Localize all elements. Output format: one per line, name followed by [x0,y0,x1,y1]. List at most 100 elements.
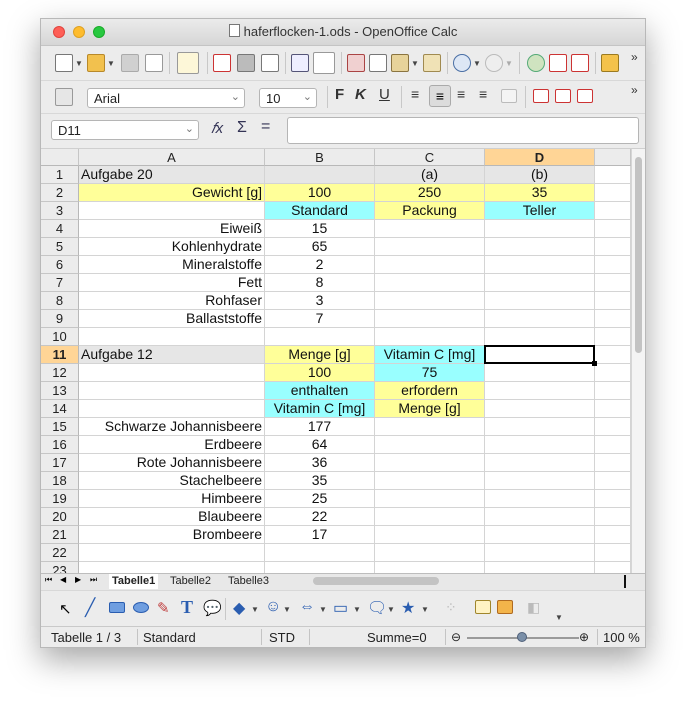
row-header[interactable]: 3 [41,202,79,220]
row-header[interactable]: 18 [41,472,79,490]
bold-icon[interactable]: F [335,86,344,103]
zoom-slider-knob[interactable] [517,632,527,642]
line-icon[interactable]: ╱ [85,598,95,618]
cell-c1[interactable]: (a) [375,166,485,184]
cell-e15[interactable] [595,418,631,436]
sort-ascending-icon[interactable] [549,54,567,72]
cell-e22[interactable] [595,544,631,562]
styles-formatting-icon[interactable] [55,88,73,106]
toolbar-overflow-icon[interactable]: » [631,50,638,64]
cell-b1[interactable] [265,166,375,184]
cell-e11[interactable] [595,346,631,364]
cell-c2[interactable]: 250 [375,184,485,202]
sum-icon[interactable]: Σ [237,119,247,137]
cell-e21[interactable] [595,526,631,544]
edit-file-icon[interactable] [177,52,199,74]
cell-c7[interactable] [375,274,485,292]
cell-e9[interactable] [595,310,631,328]
italic-icon[interactable]: K [355,86,366,103]
cell-a19[interactable]: Himbeere [79,490,265,508]
cell-b16[interactable]: 64 [265,436,375,454]
chevron-down-icon[interactable]: ▼ [473,59,481,68]
callouts-icon[interactable]: 💬 [203,599,222,617]
row-header[interactable]: 22 [41,544,79,562]
font-name-box[interactable]: Arial ⌄ [87,88,245,108]
cell-a18[interactable]: Stachelbeere [79,472,265,490]
cell-d22[interactable] [485,544,595,562]
column-header-c[interactable]: C [375,149,485,166]
cell-d13[interactable] [485,382,595,400]
fill-handle[interactable] [592,361,597,366]
row-header[interactable]: 15 [41,418,79,436]
cell-c4[interactable] [375,220,485,238]
cell-c5[interactable] [375,238,485,256]
copy-icon[interactable] [369,54,387,72]
cell-d19[interactable] [485,490,595,508]
page-style[interactable]: Standard [143,630,196,645]
page-preview-icon[interactable] [261,54,279,72]
row-header[interactable]: 8 [41,292,79,310]
cell-d6[interactable] [485,256,595,274]
cell-b3[interactable]: Standard [265,202,375,220]
block-arrows-icon[interactable]: ⇔ [299,598,315,616]
cell-e7[interactable] [595,274,631,292]
cell-b9[interactable]: 7 [265,310,375,328]
cell-b8[interactable]: 3 [265,292,375,310]
first-sheet-icon[interactable]: ⏮ [45,575,52,585]
basic-shapes-icon[interactable]: ◆ [233,598,245,618]
cell-e8[interactable] [595,292,631,310]
cell-e5[interactable] [595,238,631,256]
auto-spellcheck-icon[interactable] [313,52,335,74]
cell-c3[interactable]: Packung [375,202,485,220]
align-bottom-icon[interactable] [577,89,593,103]
last-sheet-icon[interactable]: ⏭ [90,575,97,585]
justify-icon[interactable]: ≡ [479,86,487,102]
chevron-down-icon[interactable]: ⌄ [231,90,240,103]
cell-b10[interactable] [265,328,375,346]
next-sheet-icon[interactable]: ▶ [75,575,81,584]
cell-d5[interactable] [485,238,595,256]
cell-b15[interactable]: 177 [265,418,375,436]
cell-e10[interactable] [595,328,631,346]
spellcheck-icon[interactable] [291,54,309,72]
cell-e17[interactable] [595,454,631,472]
chevron-down-icon[interactable]: ▼ [421,605,429,614]
cell-b2[interactable]: 100 [265,184,375,202]
cell-c19[interactable] [375,490,485,508]
cell-d3[interactable]: Teller [485,202,595,220]
cell-c8[interactable] [375,292,485,310]
row-header[interactable]: 13 [41,382,79,400]
cell-d2[interactable]: 35 [485,184,595,202]
cell-d10[interactable] [485,328,595,346]
cell-c21[interactable] [375,526,485,544]
cell-e23[interactable] [595,562,631,573]
cell-a10[interactable] [79,328,265,346]
callout-shapes-icon[interactable]: 🗨 [367,598,387,618]
cell-c10[interactable] [375,328,485,346]
cell-b20[interactable]: 22 [265,508,375,526]
function-wizard-icon[interactable]: 𝑓x [211,120,223,137]
new-document-icon[interactable] [55,54,73,72]
cell-d20[interactable] [485,508,595,526]
sheet-tab-tabelle2[interactable]: Tabelle2 [167,574,214,589]
row-header[interactable]: 19 [41,490,79,508]
row-header[interactable]: 5 [41,238,79,256]
cell-b11[interactable]: Menge [g] [265,346,375,364]
points-icon[interactable]: ⁘ [445,599,457,616]
scroll-splitter[interactable] [624,575,626,588]
selection-mode[interactable]: STD [269,630,295,645]
row-header[interactable]: 9 [41,310,79,328]
cell-d17[interactable] [485,454,595,472]
cell-a4[interactable]: Eiweiß [79,220,265,238]
cell-a21[interactable]: Brombeere [79,526,265,544]
align-right-icon[interactable]: ≡ [457,86,465,102]
merge-cells-icon[interactable] [501,89,517,103]
cell-c17[interactable] [375,454,485,472]
cell-c16[interactable] [375,436,485,454]
cell-e14[interactable] [595,400,631,418]
underline-icon[interactable]: U [379,86,390,103]
chevron-down-icon[interactable]: ▼ [411,59,419,68]
save-icon[interactable] [121,54,139,72]
cell-a23[interactable] [79,562,265,573]
sheet-tab-tabelle1[interactable]: Tabelle1 [109,574,159,589]
